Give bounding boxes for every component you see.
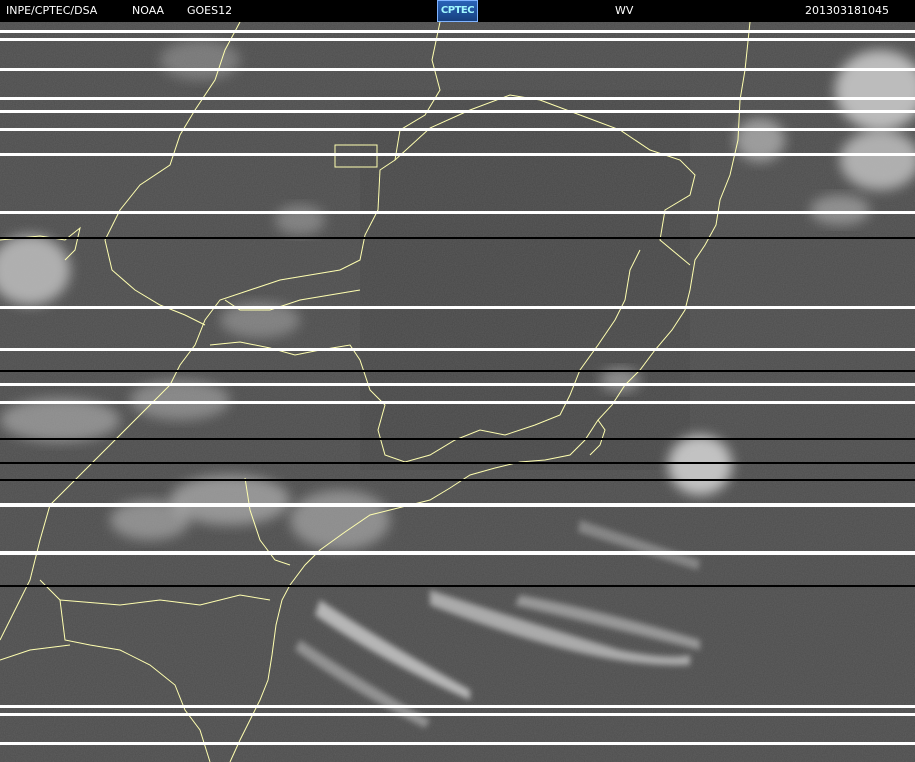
agency-label: INPE/CPTEC/DSA — [6, 4, 98, 17]
timestamp-label: 201303181045 — [805, 4, 889, 17]
satellite-image — [0, 22, 915, 762]
image-header: INPE/CPTEC/DSA NOAA GOES12 CPTEC WV 2013… — [0, 0, 915, 22]
satellite-label: GOES12 — [187, 4, 233, 17]
source-label: NOAA — [132, 4, 165, 17]
cptec-logo: CPTEC — [437, 0, 478, 22]
image-grain — [0, 22, 915, 762]
band-label: WV — [615, 4, 634, 17]
